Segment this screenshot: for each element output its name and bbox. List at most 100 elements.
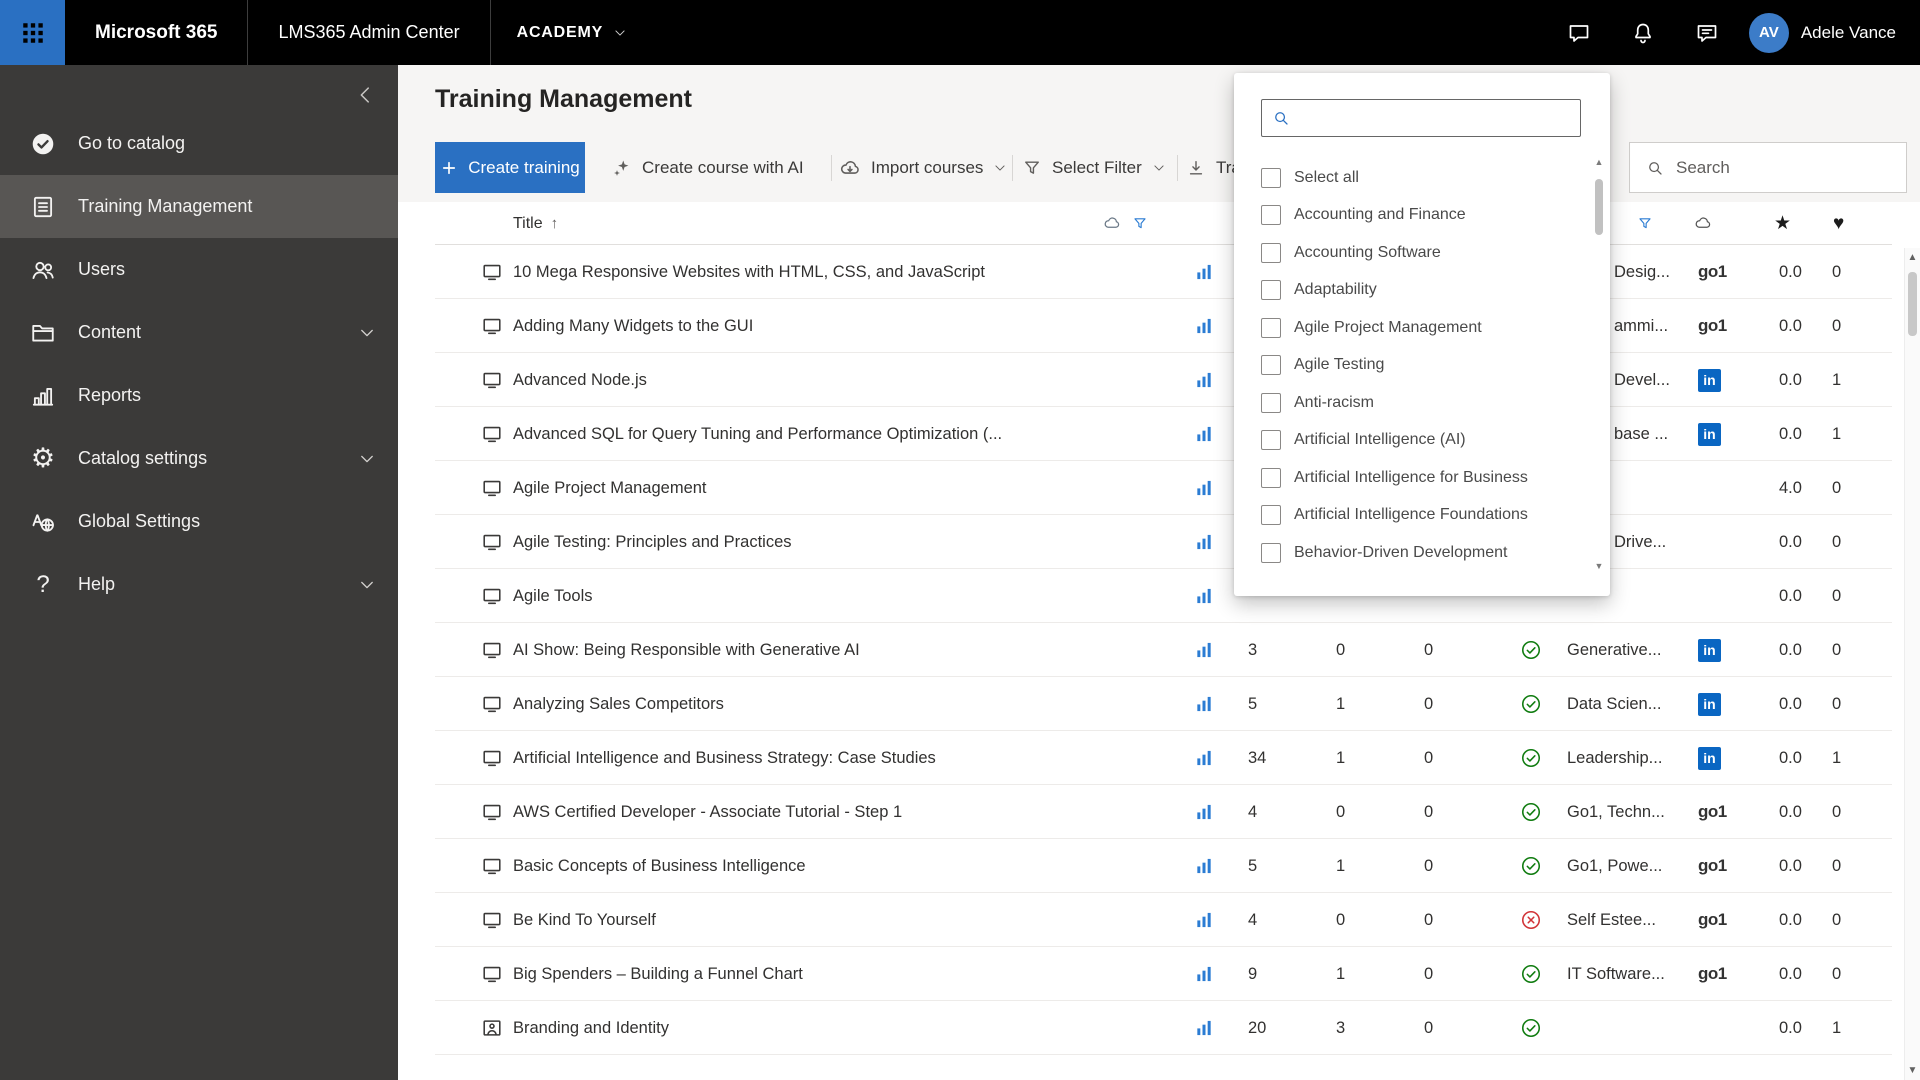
table-row[interactable]: Big Spenders – Building a Funnel Chart 9… — [435, 947, 1892, 1001]
feedback-button[interactable] — [1675, 0, 1739, 65]
sidebar-item-go-to-catalog[interactable]: Go to catalog — [0, 112, 398, 175]
category-filter-icon[interactable] — [1637, 202, 1653, 245]
table-row[interactable]: Advanced Node.js Devel... in 0.0 1 — [435, 353, 1892, 407]
flyout-scrollbar[interactable]: ▲ ▼ — [1592, 157, 1606, 571]
checkbox[interactable] — [1261, 280, 1281, 301]
table-row[interactable]: Branding and Identity 20 3 0 0.0 1 — [435, 1001, 1892, 1055]
scroll-down-arrow[interactable]: ▼ — [1592, 561, 1606, 571]
table-search-input[interactable] — [1676, 157, 1886, 178]
vertical-scrollbar[interactable]: ▲ ▼ — [1904, 248, 1920, 1080]
admin-center-title[interactable]: LMS365 Admin Center — [248, 22, 489, 43]
sidebar-item-training-management[interactable]: Training Management — [0, 175, 398, 238]
filter-search-input[interactable] — [1299, 109, 1559, 127]
sidebar-item-users[interactable]: Users — [0, 238, 398, 301]
notifications-button[interactable] — [1611, 0, 1675, 65]
course-title[interactable]: Analyzing Sales Competitors — [513, 677, 724, 731]
filter-option-agile-testing[interactable]: Agile Testing — [1234, 347, 1610, 385]
avatar[interactable]: AV — [1748, 12, 1789, 53]
stats-bars-icon[interactable] — [1194, 353, 1214, 407]
table-row[interactable]: Basic Concepts of Business Intelligence … — [435, 839, 1892, 893]
chat-button[interactable] — [1547, 0, 1611, 65]
checkbox[interactable] — [1261, 317, 1281, 338]
table-row[interactable]: Analyzing Sales Competitors 5 1 0 Data S… — [435, 677, 1892, 731]
likes-column-icon[interactable]: ♥ — [1833, 202, 1844, 245]
filter-option-adaptability[interactable]: Adaptability — [1234, 272, 1610, 310]
training-sync-button[interactable]: Tra — [1186, 142, 1241, 193]
course-title[interactable]: Advanced Node.js — [513, 353, 647, 407]
table-row[interactable]: Artificial Intelligence and Business Str… — [435, 731, 1892, 785]
sidebar-item-catalog-settings[interactable]: ⚙ Catalog settings — [0, 427, 398, 490]
filter-option-artificial-intelligence-for-business[interactable]: Artificial Intelligence for Business — [1234, 459, 1610, 497]
course-title[interactable]: Agile Tools — [513, 569, 593, 623]
stats-bars-icon[interactable] — [1194, 245, 1214, 299]
filter-option-agile-project-management[interactable]: Agile Project Management — [1234, 309, 1610, 347]
scroll-down-arrow[interactable]: ▼ — [1905, 1065, 1920, 1076]
table-row[interactable]: Advanced SQL for Query Tuning and Perfor… — [435, 407, 1892, 461]
stats-bars-icon[interactable] — [1194, 677, 1214, 731]
course-title[interactable]: Big Spenders – Building a Funnel Chart — [513, 947, 803, 1001]
course-title[interactable]: Agile Project Management — [513, 461, 707, 515]
table-row[interactable]: AI Show: Being Responsible with Generati… — [435, 623, 1892, 677]
stats-bars-icon[interactable] — [1194, 407, 1214, 461]
table-row[interactable]: Be Kind To Yourself 4 0 0 Self Estee... … — [435, 893, 1892, 947]
course-title[interactable]: Be Kind To Yourself — [513, 893, 656, 947]
course-title[interactable]: Branding and Identity — [513, 1001, 669, 1055]
stats-bars-icon[interactable] — [1194, 623, 1214, 677]
stats-bars-icon[interactable] — [1194, 461, 1214, 515]
create-training-button[interactable]: Create training — [435, 142, 585, 193]
course-title[interactable]: Basic Concepts of Business Intelligence — [513, 839, 806, 893]
course-title[interactable]: 10 Mega Responsive Websites with HTML, C… — [513, 245, 985, 299]
stats-bars-icon[interactable] — [1194, 1001, 1214, 1055]
select-filter-button[interactable]: Select Filter — [1022, 142, 1166, 193]
checkbox[interactable] — [1261, 542, 1281, 563]
checkbox[interactable] — [1261, 430, 1281, 451]
checkbox[interactable] — [1261, 505, 1281, 526]
app-launcher-button[interactable] — [0, 0, 65, 65]
checkbox[interactable] — [1261, 392, 1281, 413]
active-filter-icon[interactable] — [1132, 202, 1148, 245]
stats-bars-icon[interactable] — [1194, 515, 1214, 569]
table-row[interactable]: Adding Many Widgets to the GUI ammi... g… — [435, 299, 1892, 353]
sidebar-item-help[interactable]: ? Help — [0, 553, 398, 616]
import-courses-button[interactable]: Import courses — [839, 142, 1007, 193]
course-title[interactable]: AI Show: Being Responsible with Generati… — [513, 623, 860, 677]
stats-bars-icon[interactable] — [1194, 569, 1214, 623]
table-row[interactable]: 10 Mega Responsive Websites with HTML, C… — [435, 245, 1892, 299]
course-title[interactable]: Adding Many Widgets to the GUI — [513, 299, 753, 353]
column-header-title[interactable]: Title ↑ — [513, 202, 558, 245]
table-row[interactable]: AWS Certified Developer - Associate Tuto… — [435, 785, 1892, 839]
provider-column-icon[interactable] — [1694, 202, 1712, 245]
checkbox[interactable] — [1261, 467, 1281, 488]
rating-column-icon[interactable]: ★ — [1774, 202, 1791, 245]
checkbox[interactable] — [1261, 242, 1281, 263]
brand-microsoft-365[interactable]: Microsoft 365 — [65, 22, 247, 44]
table-row[interactable]: Agile Project Management 4.0 0 — [435, 461, 1892, 515]
filter-option-select-all[interactable]: Select all — [1234, 159, 1610, 197]
sidebar-item-global-settings[interactable]: Global Settings — [0, 490, 398, 553]
scroll-up-arrow[interactable]: ▲ — [1905, 252, 1920, 263]
table-row[interactable]: Agile Tools 0.0 0 — [435, 569, 1892, 623]
filter-option-artificial-intelligence-ai[interactable]: Artificial Intelligence (AI) — [1234, 422, 1610, 460]
table-row[interactable]: Agile Testing: Principles and Practices … — [435, 515, 1892, 569]
sidebar-item-content[interactable]: Content — [0, 301, 398, 364]
course-title[interactable]: Agile Testing: Principles and Practices — [513, 515, 792, 569]
stats-bars-icon[interactable] — [1194, 893, 1214, 947]
scroll-thumb[interactable] — [1908, 272, 1917, 336]
checkbox[interactable] — [1261, 167, 1281, 188]
filter-option-behavior-driven-development[interactable]: Behavior-Driven Development — [1234, 534, 1610, 572]
filter-option-accounting-software[interactable]: Accounting Software — [1234, 234, 1610, 272]
stats-bars-icon[interactable] — [1194, 947, 1214, 1001]
filter-option-accounting-and-finance[interactable]: Accounting and Finance — [1234, 197, 1610, 235]
filter-option-anti-racism[interactable]: Anti-racism — [1234, 384, 1610, 422]
scroll-thumb[interactable] — [1595, 179, 1603, 235]
filter-option-artificial-intelligence-foundations[interactable]: Artificial Intelligence Foundations — [1234, 497, 1610, 535]
academy-selector[interactable]: ACADEMY — [491, 24, 654, 42]
stats-bars-icon[interactable] — [1194, 299, 1214, 353]
stats-bars-icon[interactable] — [1194, 731, 1214, 785]
checkbox[interactable] — [1261, 355, 1281, 376]
course-title[interactable]: Artificial Intelligence and Business Str… — [513, 731, 936, 785]
create-course-ai-button[interactable]: Create course with AI — [612, 142, 804, 193]
sidebar-collapse-button[interactable] — [352, 83, 378, 109]
stats-bars-icon[interactable] — [1194, 839, 1214, 893]
course-title[interactable]: Advanced SQL for Query Tuning and Perfor… — [513, 407, 1002, 461]
